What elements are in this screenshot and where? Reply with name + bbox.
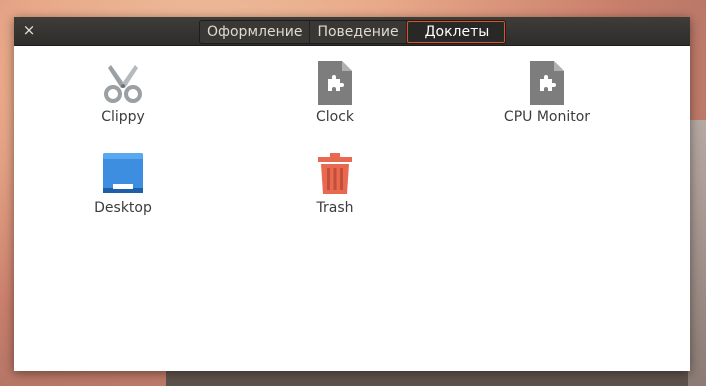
trash-icon	[318, 153, 352, 194]
docklet-label: Desktop	[94, 200, 152, 216]
plugin-document-icon	[530, 61, 564, 105]
plugin-document-icon	[318, 61, 352, 105]
desktop-icon	[103, 153, 143, 193]
tab-behavior[interactable]: Поведение	[310, 21, 407, 43]
docklet-cpu-monitor[interactable]: CPU Monitor	[477, 45, 617, 125]
docklet-label: Clippy	[101, 109, 145, 125]
desktop-wallpaper-edge	[688, 120, 706, 386]
docklet-label: CPU Monitor	[503, 109, 591, 125]
docklet-trash[interactable]: Trash	[265, 136, 405, 216]
docklet-grid: Clippy Clock CPU Monitor Desktop Trash	[14, 45, 690, 371]
tab-appearance[interactable]: Оформление	[200, 21, 311, 43]
docklet-desktop[interactable]: Desktop	[53, 136, 193, 216]
docklet-label: Clock	[315, 109, 355, 125]
docklet-label: Trash	[316, 200, 354, 216]
scissors-icon	[104, 65, 142, 103]
preferences-window: × Оформление Поведение Доклеты Clippy Cl…	[14, 17, 690, 371]
titlebar: × Оформление Поведение Доклеты	[14, 17, 690, 46]
tab-docklets[interactable]: Доклеты	[406, 21, 506, 43]
docklet-clippy[interactable]: Clippy	[53, 45, 193, 125]
close-icon: ×	[22, 21, 36, 39]
close-button[interactable]: ×	[21, 22, 37, 38]
docklet-clock[interactable]: Clock	[265, 45, 405, 125]
tab-bar: Оформление Поведение Доклеты	[199, 20, 507, 44]
